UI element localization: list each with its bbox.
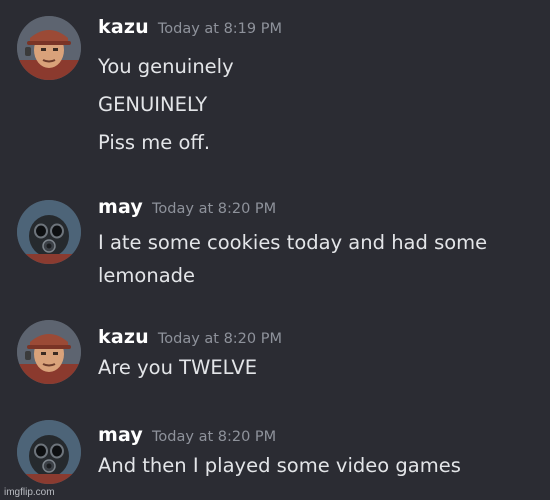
message-text: I ate some cookies today and had some <box>98 231 488 254</box>
message-header: kazu Today at 8:20 PM <box>98 326 282 348</box>
message-text: And then I played some video games <box>98 454 461 477</box>
message-text: Are you TWELVE <box>98 356 258 379</box>
timestamp: Today at 8:20 PM <box>157 331 282 347</box>
username[interactable]: kazu <box>98 326 149 348</box>
pyro-avatar-icon[interactable] <box>17 200 81 264</box>
scout-avatar-icon[interactable] <box>17 320 81 384</box>
imgflip-watermark: imgflip.com <box>4 487 55 498</box>
message-text: Piss me off. <box>98 131 211 154</box>
message-text: lemonade <box>98 264 196 287</box>
pyro-avatar-icon[interactable] <box>17 420 81 484</box>
timestamp: Today at 8:20 PM <box>152 201 277 217</box>
message-text: You genuinely <box>98 55 234 78</box>
username[interactable]: may <box>98 424 143 446</box>
message-text: GENUINELY <box>98 93 208 116</box>
message-header: may Today at 8:20 PM <box>98 196 276 218</box>
message-header: kazu Today at 8:19 PM <box>98 16 282 38</box>
username[interactable]: kazu <box>98 16 149 38</box>
message-header: may Today at 8:20 PM <box>98 424 276 446</box>
chat-message-list: kazu Today at 8:19 PM You genuinely GENUI… <box>0 0 550 500</box>
timestamp: Today at 8:19 PM <box>157 21 282 37</box>
username[interactable]: may <box>98 196 143 218</box>
scout-avatar-icon[interactable] <box>17 16 81 80</box>
timestamp: Today at 8:20 PM <box>152 429 277 445</box>
